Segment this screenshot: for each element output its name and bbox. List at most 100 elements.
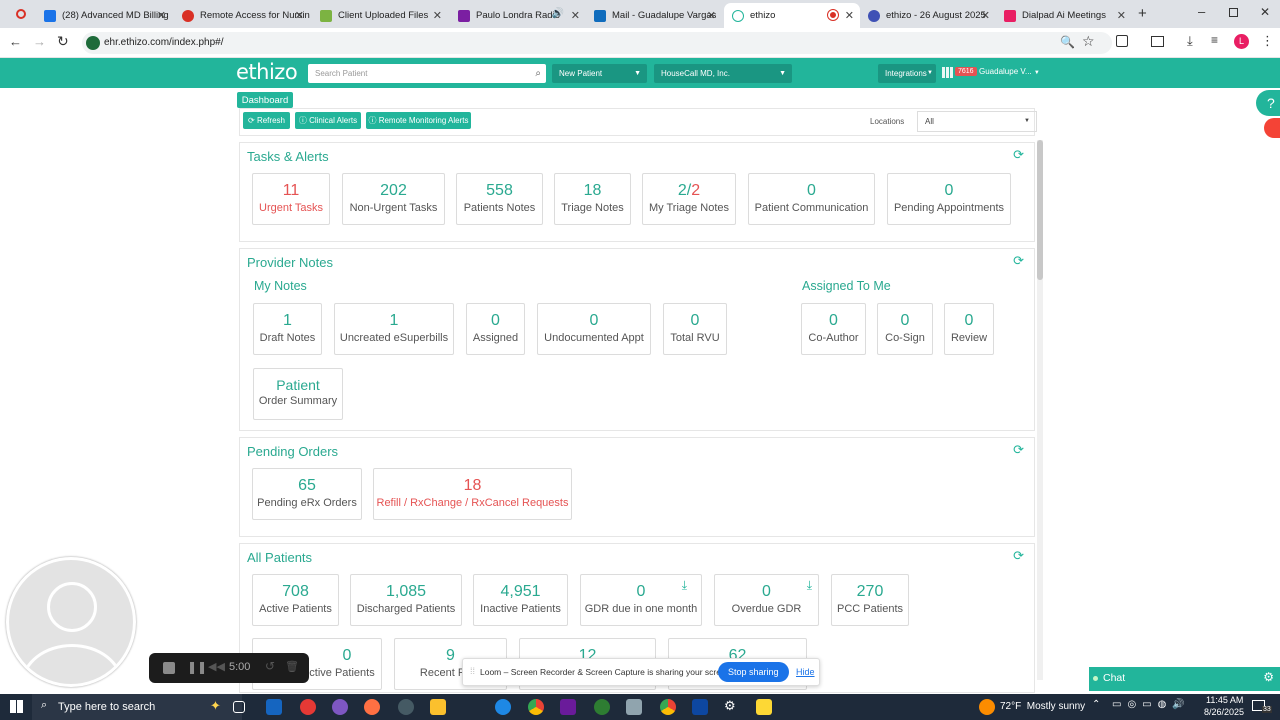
reload-icon[interactable]: ↻ xyxy=(57,33,69,50)
co-sign-card[interactable]: 0 Co-Sign xyxy=(877,303,933,355)
hide-button[interactable]: Hide xyxy=(796,667,815,677)
taskbar-app-icon[interactable] xyxy=(300,699,316,715)
profile-avatar[interactable]: L xyxy=(1234,34,1249,49)
settings-icon[interactable]: ⚙ xyxy=(724,698,740,714)
active-patients-card[interactable]: 708 Active Patients xyxy=(252,574,339,626)
browser-tab[interactable]: Mail - Guadalupe Vargas ✕ xyxy=(586,3,722,28)
patient-order-summary-card[interactable]: Patient Order Summary xyxy=(253,368,343,420)
draft-notes-card[interactable]: 1 Draft Notes xyxy=(253,303,322,355)
browser-tab[interactable]: ethizo - 26 August 2025 ✕ xyxy=(860,3,996,28)
browser-tab[interactable]: Remote Access for Nursin ✕ xyxy=(174,3,310,28)
remote-monitoring-alerts-button[interactable]: ⓘ Remote Monitoring Alerts xyxy=(366,112,471,129)
taskbar-app-icon[interactable] xyxy=(398,699,414,715)
file-explorer-icon[interactable] xyxy=(430,699,446,715)
undocumented-appt-card[interactable]: 0 Undocumented Appt xyxy=(537,303,651,355)
discharged-patients-card[interactable]: 1,085 Discharged Patients xyxy=(350,574,462,626)
apps-grid-icon[interactable] xyxy=(942,67,953,78)
browser-tab[interactable]: Paulo Londra Radio 🔊 ✕ xyxy=(450,3,586,28)
gdr-due-card[interactable]: 0 GDR due in one month ⤓ xyxy=(580,574,702,626)
close-tab-icon[interactable]: ✕ xyxy=(707,9,716,22)
inactive-patients-card[interactable]: 4,951 Inactive Patients xyxy=(473,574,568,626)
close-tab-icon[interactable]: ✕ xyxy=(157,9,166,22)
search-patient-input[interactable]: Search Patient ⌕ xyxy=(308,64,546,83)
restart-icon[interactable]: ↺ xyxy=(265,659,275,673)
download-icon[interactable]: ⤓ xyxy=(807,578,812,593)
zoom-icon[interactable]: 🔍 xyxy=(1060,35,1075,49)
close-tab-icon[interactable]: ✕ xyxy=(1117,9,1126,22)
taskbar-app-icon[interactable] xyxy=(692,699,708,715)
taskbar-app-icon[interactable] xyxy=(266,699,282,715)
clock-date[interactable]: 8/26/2025 xyxy=(1204,707,1244,717)
gear-icon[interactable]: ⚙ xyxy=(1263,670,1274,684)
uncreated-esuperbills-card[interactable]: 1 Uncreated eSuperbills xyxy=(334,303,454,355)
browser-tab[interactable]: (28) Advanced MD Billing ✕ xyxy=(36,3,172,28)
refresh-button[interactable]: ⟳ Refresh xyxy=(243,112,290,129)
split-view-icon[interactable] xyxy=(1151,36,1164,47)
sticky-notes-icon[interactable] xyxy=(756,699,772,715)
search-icon[interactable]: ⌕ xyxy=(535,64,541,83)
browser-tab[interactable]: Dialpad Ai Meetings ✕ xyxy=(996,3,1132,28)
windows-start-icon[interactable] xyxy=(10,700,23,713)
feedback-icon[interactable] xyxy=(1264,118,1280,138)
site-info-icon[interactable] xyxy=(86,36,100,50)
whatsapp-icon[interactable] xyxy=(594,699,610,715)
close-tab-icon[interactable]: ✕ xyxy=(845,9,854,22)
patient-communication-card[interactable]: 0 Patient Communication xyxy=(748,173,875,225)
close-tab-icon[interactable]: ✕ xyxy=(295,9,304,22)
close-window-icon[interactable]: ✕ xyxy=(1260,5,1270,19)
taskbar-app-icon[interactable] xyxy=(626,699,642,715)
co-author-card[interactable]: 0 Co-Author xyxy=(801,303,866,355)
chrome-active-icon[interactable] xyxy=(660,699,676,715)
scrollbar-thumb[interactable] xyxy=(1037,140,1043,280)
task-view-icon[interactable] xyxy=(233,701,245,713)
triage-notes-card[interactable]: 18 Triage Notes xyxy=(554,173,631,225)
ethizo-logo[interactable]: ethizo xyxy=(236,60,298,84)
tray-icons[interactable]: ▭◎▭◍🔊 xyxy=(1112,699,1191,710)
review-card[interactable]: 0 Review xyxy=(944,303,994,355)
bookmark-star-icon[interactable]: ☆ xyxy=(1082,33,1095,50)
forward-icon[interactable]: → xyxy=(33,34,46,49)
close-tab-icon[interactable]: ✕ xyxy=(981,9,990,22)
refresh-icon[interactable]: ⟳ xyxy=(1013,548,1024,564)
integrations-dropdown[interactable]: Integrations ▼ xyxy=(878,64,936,83)
url-field[interactable]: ehr.ethizo.com/index.php#/ xyxy=(82,32,1112,54)
weather-text[interactable]: 72°F Mostly sunny xyxy=(1000,701,1085,712)
taskbar-app-icon[interactable] xyxy=(495,699,511,715)
audio-icon[interactable]: 🔊 xyxy=(552,8,564,19)
download-icon[interactable]: ⤓ xyxy=(1187,33,1193,49)
taskbar-app-icon[interactable] xyxy=(332,699,348,715)
page-scrollbar[interactable] xyxy=(1037,140,1043,680)
patient-notes-card[interactable]: 558 Patients Notes xyxy=(456,173,543,225)
chrome-icon[interactable] xyxy=(528,699,544,715)
taskbar-app-icon[interactable] xyxy=(560,699,576,715)
rewind-icon[interactable]: ◀◀ xyxy=(208,660,225,673)
close-tab-icon[interactable]: ✕ xyxy=(433,9,442,22)
assigned-card[interactable]: 0 Assigned xyxy=(466,303,525,355)
browser-tab[interactable]: Client Uploaded Files ✕ xyxy=(312,3,448,28)
firefox-icon[interactable] xyxy=(364,699,380,715)
new-patient-dropdown[interactable]: New Patient ▼ xyxy=(552,64,647,83)
my-triage-notes-card[interactable]: 2/2 My Triage Notes xyxy=(642,173,736,225)
close-tab-icon[interactable]: ✕ xyxy=(571,9,580,22)
restore-icon[interactable] xyxy=(1229,8,1238,17)
notification-count-badge[interactable]: 7616 xyxy=(955,67,977,76)
pcc-patients-card[interactable]: 270 PCC Patients xyxy=(831,574,909,626)
browser-menu-icon[interactable]: ⋮ xyxy=(1261,33,1274,49)
refresh-icon[interactable]: ⟳ xyxy=(1013,253,1024,269)
non-urgent-tasks-card[interactable]: 202 Non-Urgent Tasks xyxy=(342,173,445,225)
delete-icon[interactable]: 🗑 xyxy=(285,660,299,673)
overdue-gdr-card[interactable]: 0 Overdue GDR ⤓ xyxy=(714,574,819,626)
urgent-tasks-card[interactable]: 11 Urgent Tasks xyxy=(252,173,330,225)
extensions-icon[interactable] xyxy=(1116,35,1128,47)
minimize-icon[interactable]: – xyxy=(1198,4,1205,19)
pause-icon[interactable]: ❚❚ xyxy=(187,660,207,674)
locations-select[interactable]: All ▼ xyxy=(917,111,1037,132)
new-tab-icon[interactable]: + xyxy=(1138,5,1147,22)
user-menu[interactable]: Guadalupe V... ▼ xyxy=(979,67,1040,76)
back-icon[interactable]: ← xyxy=(9,34,22,49)
stop-sharing-button[interactable]: Stop sharing xyxy=(718,662,789,682)
refill-requests-card[interactable]: 18 Refill / RxChange / RxCancel Requests xyxy=(373,468,572,520)
tray-chevron-icon[interactable]: ⌃ xyxy=(1092,699,1100,710)
chat-widget[interactable]: Chat ⚙ xyxy=(1089,667,1280,691)
drag-handle-icon[interactable]: ⁞⁞ xyxy=(470,666,475,676)
